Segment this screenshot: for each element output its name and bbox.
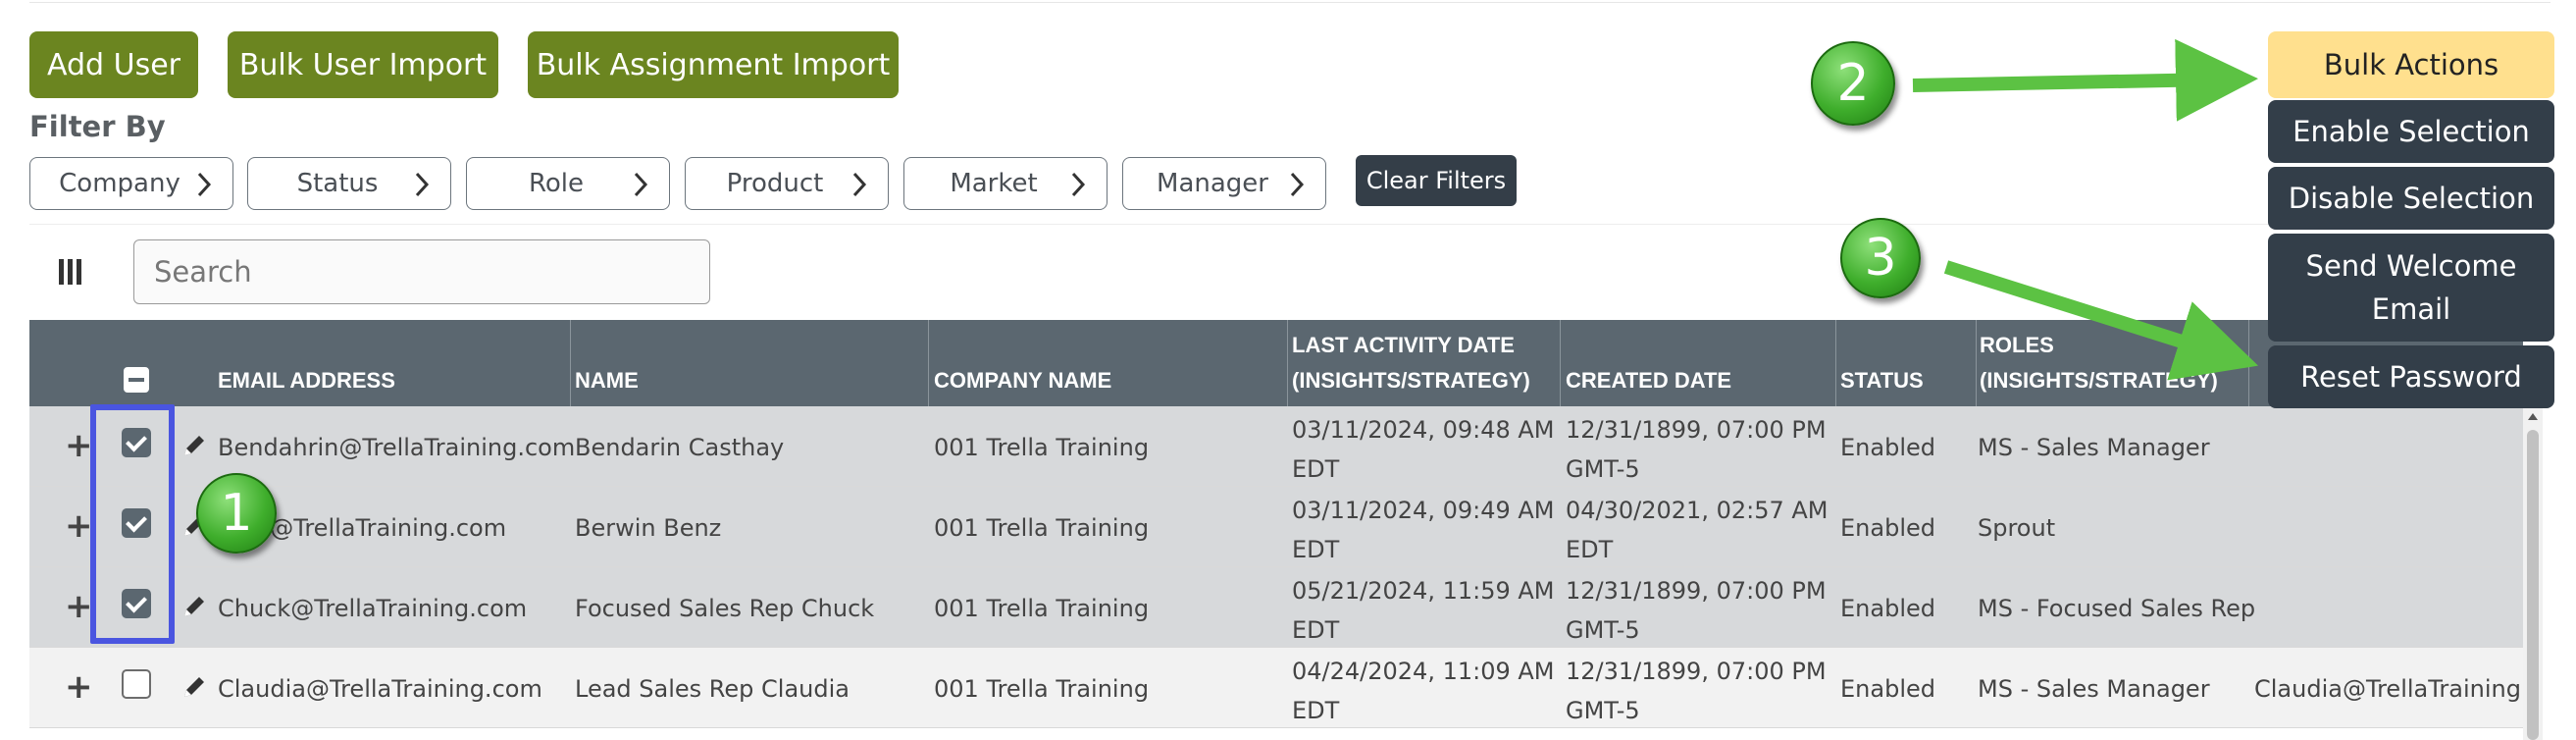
annotation-arrows xyxy=(1912,38,2259,381)
arrow-to-bulk-actions xyxy=(1912,38,2258,122)
step-badge-1: 1 xyxy=(196,473,277,554)
step-badge-3: 3 xyxy=(1840,218,1921,298)
arrow-to-reset-password xyxy=(1943,260,2259,381)
step-badge-2: 2 xyxy=(1811,41,1895,126)
